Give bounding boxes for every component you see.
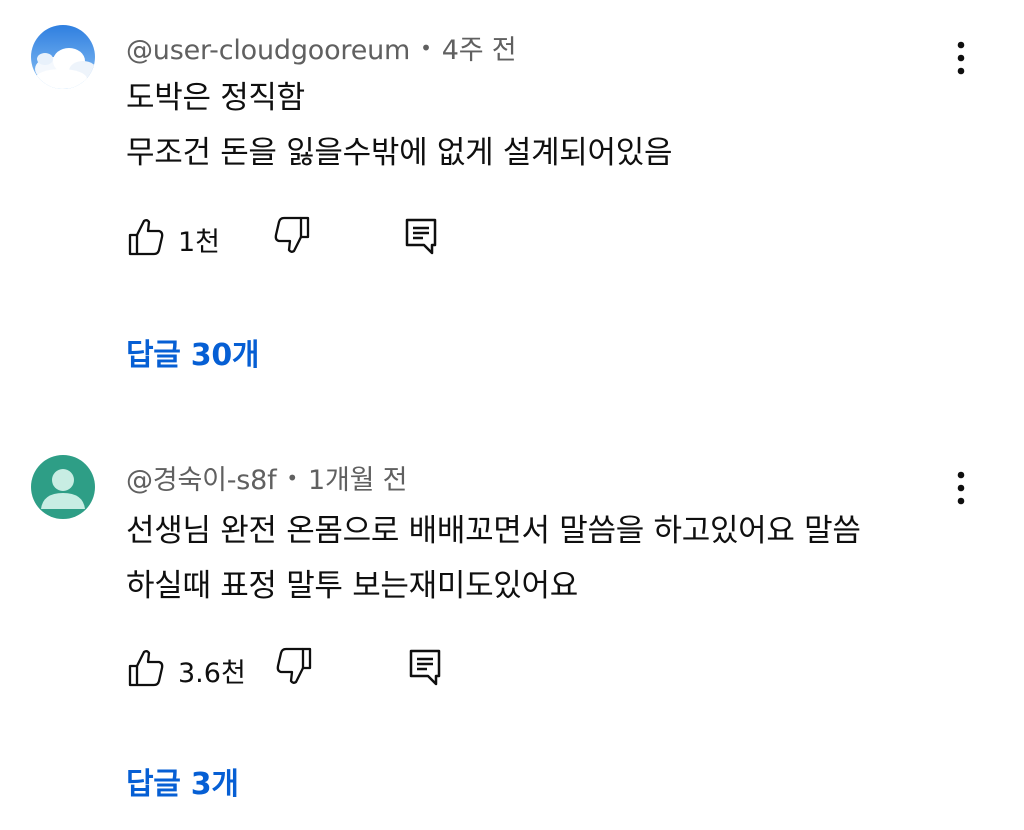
comment-reply-icon bbox=[405, 218, 437, 255]
thumbs-down-icon bbox=[274, 216, 310, 253]
comment-item: @user-cloudgooreum • 4주 전 도박은 정직함 무조건 돈을 잃… bbox=[0, 0, 1024, 415]
dislike-button[interactable] bbox=[272, 216, 312, 256]
thumbs-up-icon bbox=[128, 650, 164, 687]
comment-line: 무조건 돈을 잃을수밖에 없게 설계되어있음 bbox=[126, 135, 673, 171]
avatar[interactable] bbox=[31, 455, 95, 519]
comment-text: 선생님 완전 온몸으로 배배꼬면서 말씀을 하고있어요 말씀 하실때 표정 말투… bbox=[126, 504, 861, 614]
like-count: 1천 bbox=[178, 227, 221, 258]
reply-button[interactable] bbox=[402, 216, 442, 256]
kebab-menu-icon bbox=[957, 41, 965, 75]
meta-separator: • bbox=[286, 466, 299, 490]
comment-line: 하실때 표정 말투 보는재미도있어요 bbox=[126, 568, 578, 604]
comment-actions: 3.6천 bbox=[126, 647, 546, 691]
meta-separator: • bbox=[420, 36, 432, 60]
avatar[interactable] bbox=[31, 25, 95, 89]
view-replies-button[interactable]: 답글 3개 bbox=[126, 759, 239, 803]
default-person-avatar-icon bbox=[31, 455, 95, 519]
more-options-button[interactable] bbox=[946, 468, 976, 508]
dislike-button[interactable] bbox=[274, 647, 314, 687]
kebab-menu-icon bbox=[957, 471, 965, 505]
comment-text: 도박은 정직함 무조건 돈을 잃을수밖에 없게 설계되어있음 bbox=[126, 71, 672, 181]
like-button[interactable] bbox=[126, 647, 166, 687]
comment-meta: @경숙이-s8f • 1개월 전 bbox=[126, 458, 408, 497]
comment-line: 도박은 정직함 bbox=[126, 80, 305, 116]
author-name[interactable]: @user-cloudgooreum bbox=[126, 35, 410, 66]
comment-time: 1개월 전 bbox=[308, 465, 408, 496]
like-count: 3.6천 bbox=[178, 658, 246, 689]
comment-line: 선생님 완전 온몸으로 배배꼬면서 말씀을 하고있어요 말씀 bbox=[126, 513, 861, 549]
more-options-button[interactable] bbox=[946, 38, 976, 78]
comment-reply-icon bbox=[409, 649, 441, 686]
author-name[interactable]: @경숙이-s8f bbox=[126, 465, 277, 496]
sky-cloud-avatar-icon bbox=[31, 25, 95, 89]
like-button[interactable] bbox=[126, 216, 166, 256]
comment-time: 4주 전 bbox=[441, 35, 517, 66]
comment-item: @경숙이-s8f • 1개월 전 선생님 완전 온몸으로 배배꼬면서 말씀을 하고있… bbox=[0, 415, 1024, 830]
view-replies-button[interactable]: 답글 30개 bbox=[126, 330, 260, 374]
comment-meta: @user-cloudgooreum • 4주 전 bbox=[126, 28, 517, 67]
thumbs-up-icon bbox=[128, 219, 164, 256]
comment-actions: 1천 bbox=[126, 216, 546, 260]
thumbs-down-icon bbox=[276, 647, 312, 684]
reply-button[interactable] bbox=[406, 647, 446, 687]
